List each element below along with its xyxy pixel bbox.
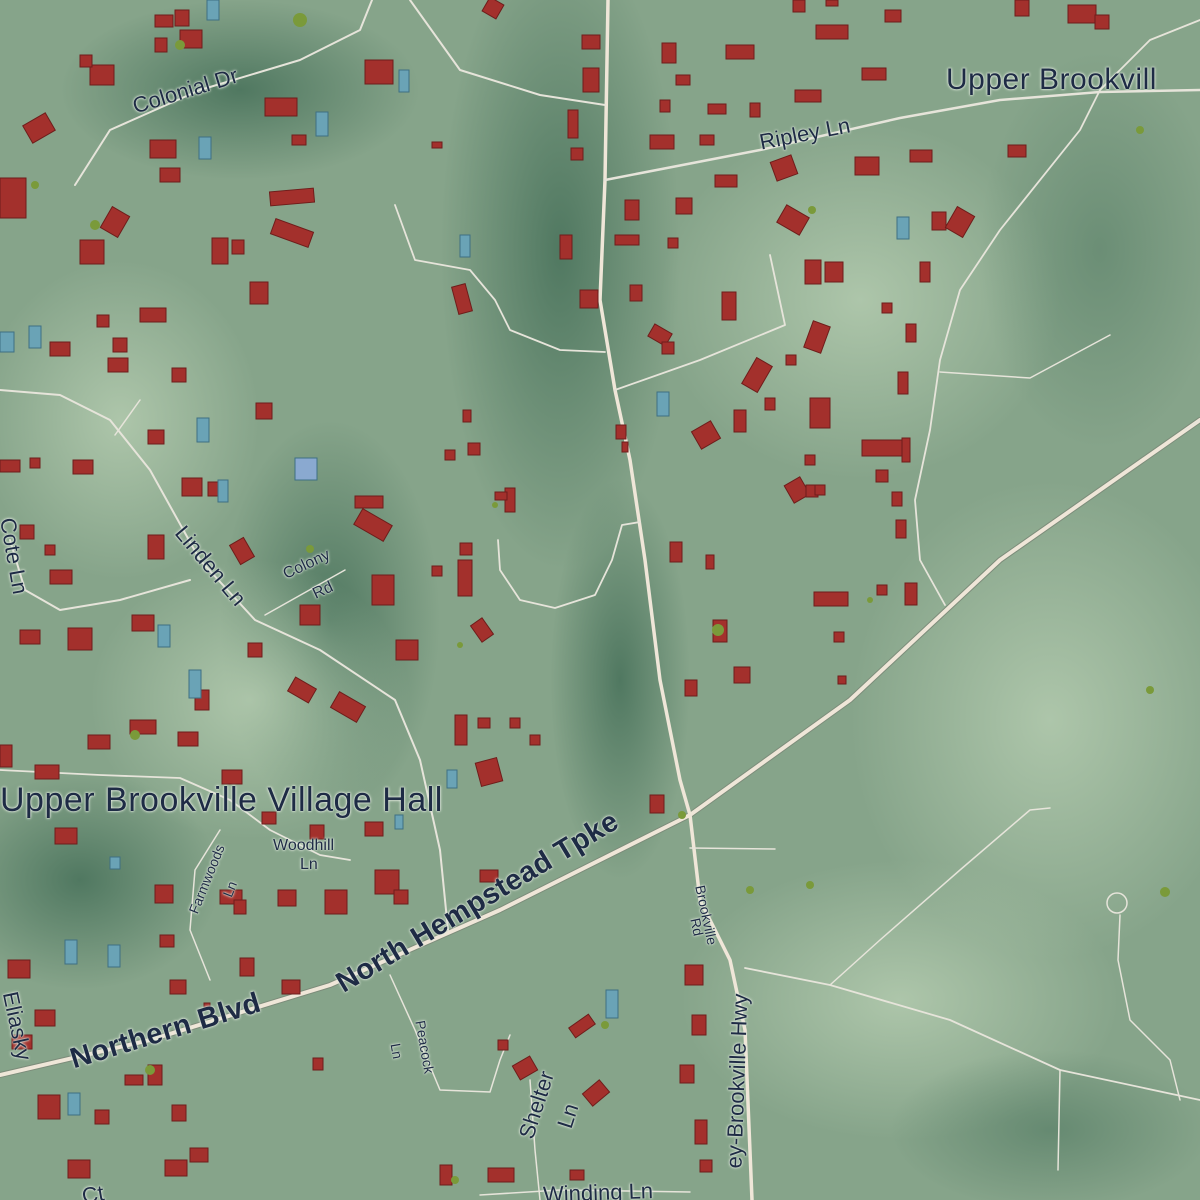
label-ct: Ct xyxy=(79,1180,106,1200)
label-woodhill-ln-line2: Ln xyxy=(300,856,318,873)
label-village-hall: Upper Brookville Village Hall xyxy=(0,781,443,819)
map-view[interactable]: Upper Brookville Village Hall Upper Broo… xyxy=(0,0,1200,1200)
label-brookville-rd-line2: Rd xyxy=(687,916,707,938)
label-peacock-ln-line2: Ln xyxy=(387,1041,407,1061)
label-winding-ln: Winding Ln xyxy=(542,1178,654,1200)
label-upper-brookville: Upper Brookvill xyxy=(946,63,1157,96)
label-woodhill-ln-line1: Woodhill xyxy=(273,837,335,854)
label-brookville-hwy: ey-Brookville Hwy xyxy=(721,993,753,1169)
